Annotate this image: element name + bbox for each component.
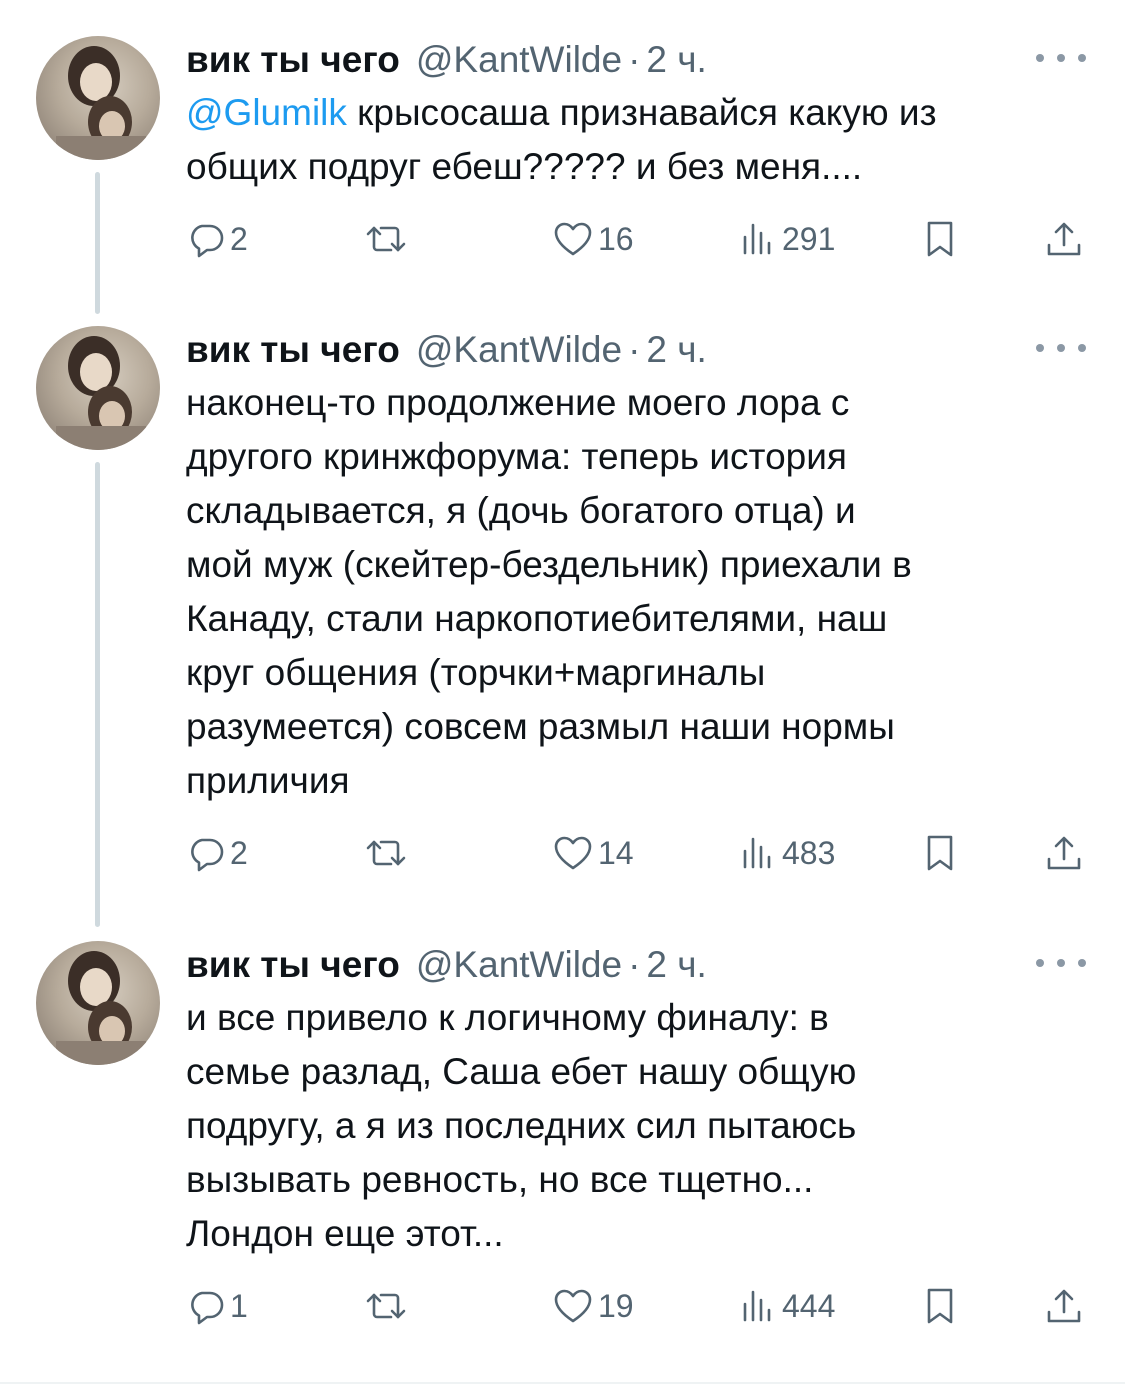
repost-arrows-icon: [366, 226, 406, 252]
avatar[interactable]: [36, 36, 160, 160]
like-button[interactable]: 14: [552, 830, 634, 876]
avatar-photo-image: [56, 951, 146, 1065]
separator-dot: ·: [628, 39, 641, 80]
avatar[interactable]: [36, 941, 160, 1065]
timestamp[interactable]: 2 ч.: [646, 38, 706, 82]
bookmark-button[interactable]: [920, 830, 960, 876]
share-upload-icon: [1047, 1289, 1081, 1323]
like-button[interactable]: 16: [552, 216, 634, 262]
tweet-body: наконец-то продолжение моего лора с друг…: [186, 382, 912, 801]
share-upload-icon: [1047, 222, 1081, 256]
more-dots-icon[interactable]: [1036, 46, 1086, 70]
tweet-body: и все привело к логичному финалу: в семь…: [186, 997, 857, 1254]
timestamp[interactable]: 2 ч.: [646, 328, 706, 372]
avatar-photo-image: [56, 336, 146, 450]
share-button[interactable]: [1044, 1283, 1084, 1329]
reply-count: 2: [230, 835, 248, 871]
user-handle[interactable]: @KantWilde: [416, 943, 622, 987]
more-dots-icon[interactable]: [1036, 336, 1086, 360]
views-button[interactable]: 291: [738, 216, 835, 262]
tweet-text: наконец-то продолжение моего лора с друг…: [186, 376, 1086, 808]
heart-icon: [554, 836, 592, 870]
avatar-photo-image: [56, 46, 146, 160]
bookmark-button[interactable]: [920, 216, 960, 262]
divider: [0, 1382, 1125, 1384]
mention-link[interactable]: @Glumilk: [186, 92, 347, 133]
heart-icon: [554, 222, 592, 256]
display-name[interactable]: вик ты чего: [186, 328, 400, 372]
share-button[interactable]: [1044, 216, 1084, 262]
like-count: 16: [598, 221, 634, 257]
bookmark-button[interactable]: [920, 1283, 960, 1329]
reply-button[interactable]: 2: [186, 830, 248, 876]
avatar[interactable]: [36, 326, 160, 450]
views-count: 291: [782, 221, 836, 257]
tweet-text: и все привело к логичному финалу: в семь…: [186, 991, 1086, 1261]
reply-bubble-icon: [191, 224, 224, 258]
display-name[interactable]: вик ты чего: [186, 943, 400, 987]
reply-count: 2: [230, 221, 248, 257]
user-handle[interactable]: @KantWilde: [416, 38, 622, 82]
reply-bubble-icon: [191, 838, 224, 872]
tweet-header: вик ты чего @KantWilde · 2 ч.: [186, 328, 707, 372]
views-button[interactable]: 483: [738, 830, 835, 876]
reply-button[interactable]: 1: [186, 1283, 248, 1329]
bookmark-icon: [927, 221, 953, 257]
user-handle[interactable]: @KantWilde: [416, 328, 622, 372]
thread-connector-line: [95, 172, 100, 314]
more-dots-icon[interactable]: [1036, 951, 1086, 975]
repost-arrows-icon: [366, 840, 406, 866]
views-bar-chart-icon: [743, 223, 771, 255]
tweet-thread: вик ты чего @KantWilde · 2 ч. @Glumilk к…: [0, 0, 1125, 1386]
views-bar-chart-icon: [743, 837, 771, 869]
views-bar-chart-icon: [743, 1290, 771, 1322]
tweet-header: вик ты чего @KantWilde · 2 ч.: [186, 38, 707, 82]
bookmark-icon: [927, 835, 953, 871]
display-name[interactable]: вик ты чего: [186, 38, 400, 82]
tweet-actions: 2 16 291: [186, 216, 1086, 262]
repost-button[interactable]: [364, 1283, 412, 1329]
reply-bubble-icon: [191, 1291, 224, 1325]
views-button[interactable]: 444: [738, 1283, 835, 1329]
timestamp[interactable]: 2 ч.: [646, 943, 706, 987]
share-upload-icon: [1047, 836, 1081, 870]
thread-connector-line: [95, 462, 100, 927]
views-count: 483: [782, 835, 836, 871]
repost-button[interactable]: [364, 216, 412, 262]
share-button[interactable]: [1044, 830, 1084, 876]
tweet-actions: 2 14 483: [186, 830, 1086, 876]
repost-button[interactable]: [364, 830, 412, 876]
bookmark-icon: [927, 1288, 953, 1324]
like-count: 19: [598, 1288, 634, 1324]
tweet-header: вик ты чего @KantWilde · 2 ч.: [186, 943, 707, 987]
like-count: 14: [598, 835, 634, 871]
reply-count: 1: [230, 1288, 248, 1324]
separator-dot: ·: [628, 944, 641, 985]
heart-icon: [554, 1289, 592, 1323]
tweet-text: @Glumilk крысосаша признавайся какую из …: [186, 86, 1086, 194]
tweet-actions: 1 19 444: [186, 1283, 1086, 1329]
repost-arrows-icon: [366, 1293, 406, 1319]
separator-dot: ·: [628, 329, 641, 370]
like-button[interactable]: 19: [552, 1283, 634, 1329]
reply-button[interactable]: 2: [186, 216, 248, 262]
views-count: 444: [782, 1288, 836, 1324]
